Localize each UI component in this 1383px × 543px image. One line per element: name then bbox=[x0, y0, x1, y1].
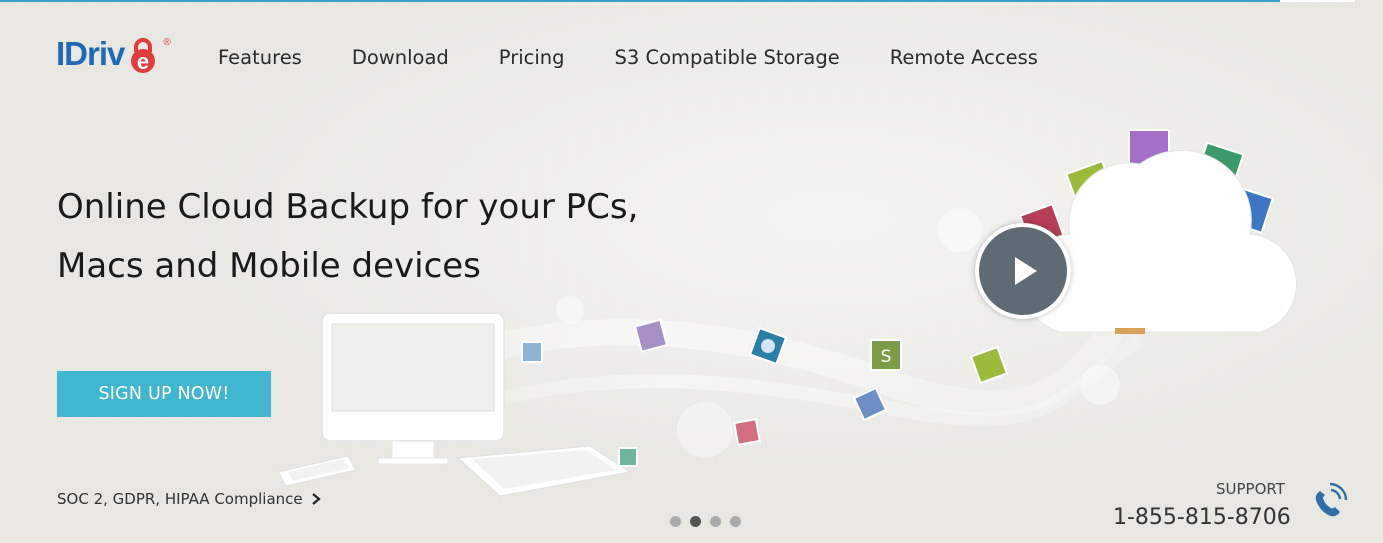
carousel-dot-4[interactable] bbox=[730, 516, 741, 527]
logo-wordmark: IDriv bbox=[56, 35, 125, 72]
file-icon-pink bbox=[733, 418, 761, 446]
carousel-dot-3[interactable] bbox=[710, 516, 721, 527]
nav-s3-storage[interactable]: S3 Compatible Storage bbox=[615, 44, 840, 72]
tablet-left-graphic bbox=[277, 455, 357, 487]
logo-e-letter: e bbox=[137, 49, 149, 74]
compliance-link[interactable]: SOC 2, GDPR, HIPAA Compliance bbox=[57, 490, 321, 508]
top-accent-line bbox=[0, 0, 1280, 2]
monitor-graphic bbox=[321, 312, 505, 465]
nav-download[interactable]: Download bbox=[352, 44, 449, 72]
file-icon-teal bbox=[618, 447, 638, 467]
sign-up-button[interactable]: SIGN UP NOW! bbox=[57, 371, 271, 417]
play-icon bbox=[1015, 257, 1037, 285]
top-accent-line-right bbox=[1280, 0, 1355, 2]
nav-features[interactable]: Features bbox=[218, 44, 302, 72]
logo-lock-e-icon: e bbox=[131, 38, 156, 74]
file-icon-excel-small bbox=[969, 345, 1009, 385]
carousel-dot-1[interactable] bbox=[670, 516, 681, 527]
nav-remote-access[interactable]: Remote Access bbox=[890, 44, 1038, 72]
tablet-right-graphic bbox=[456, 445, 632, 497]
phone-icon[interactable] bbox=[1306, 482, 1348, 524]
svg-text:S: S bbox=[881, 347, 892, 367]
cloud-graphic bbox=[1018, 129, 1297, 334]
file-icon-doc-small bbox=[521, 341, 543, 363]
carousel-dot-2[interactable] bbox=[690, 516, 701, 527]
chevron-right-icon bbox=[311, 493, 321, 505]
file-icon-purple bbox=[633, 318, 669, 353]
carousel-dots bbox=[670, 516, 750, 527]
support-label: SUPPORT bbox=[1216, 480, 1285, 498]
compliance-text: SOC 2, GDPR, HIPAA Compliance bbox=[57, 490, 303, 508]
nav-pricing[interactable]: Pricing bbox=[499, 44, 565, 72]
idrive-logo[interactable]: IDriv e ® bbox=[56, 29, 186, 79]
file-icon-green-s: S bbox=[870, 339, 902, 371]
play-video-button[interactable] bbox=[975, 223, 1071, 319]
backup-illustration: S bbox=[277, 129, 1297, 497]
registered-mark: ® bbox=[163, 36, 171, 48]
support-phone-number[interactable]: 1-855-815-8706 bbox=[1113, 505, 1291, 530]
main-nav: Features Download Pricing S3 Compatible … bbox=[218, 44, 1088, 72]
